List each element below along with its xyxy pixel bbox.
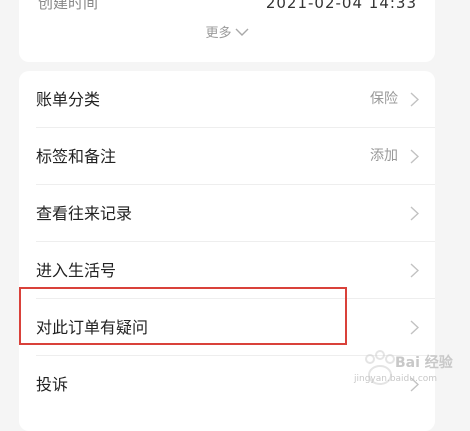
row-value: 添加 xyxy=(370,148,398,164)
row-bill-category[interactable]: 账单分类 保险 xyxy=(19,71,435,128)
highlight-box xyxy=(19,287,347,345)
more-toggle[interactable]: 更多 xyxy=(19,24,435,44)
row-value: 保险 xyxy=(370,91,398,107)
order-detail-card: 创建时间 2021-02-04 14:33 更多 xyxy=(19,0,435,62)
watermark-url: jingyan.baidu.com xyxy=(354,374,438,384)
row-label: 查看往来记录 xyxy=(36,204,133,223)
row-label: 标签和备注 xyxy=(36,147,117,166)
watermark-brand: Bai 经验 xyxy=(395,355,453,371)
row-view-records[interactable]: 查看往来记录 xyxy=(19,185,435,242)
created-time-value: 2021-02-04 14:33 xyxy=(265,0,417,12)
row-label: 账单分类 xyxy=(36,90,101,109)
row-label: 投诉 xyxy=(36,375,69,394)
chevron-down-icon xyxy=(235,28,248,36)
more-label: 更多 xyxy=(205,26,232,41)
created-time-label: 创建时间 xyxy=(38,0,99,12)
chevron-right-icon xyxy=(410,206,419,221)
chevron-right-icon xyxy=(410,263,419,278)
chevron-right-icon xyxy=(410,149,419,164)
chevron-right-icon xyxy=(410,320,419,335)
chevron-right-icon xyxy=(410,92,419,107)
row-tags-notes[interactable]: 标签和备注 添加 xyxy=(19,128,435,185)
